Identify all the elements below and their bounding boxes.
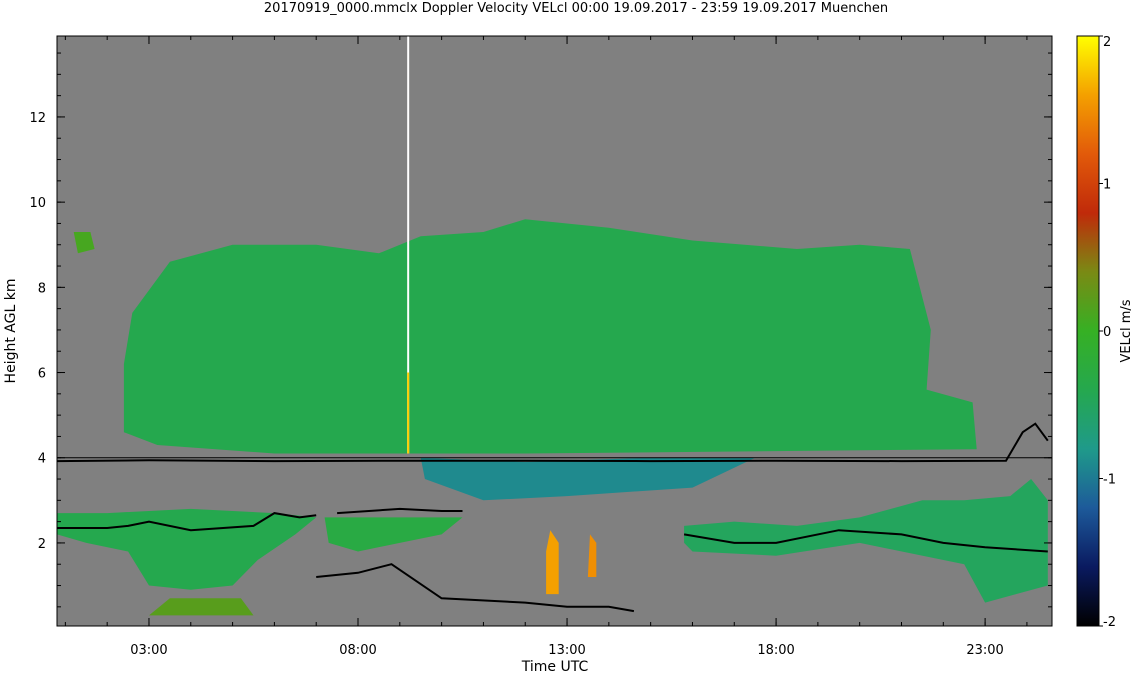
- x-tick-label: 23:00: [966, 643, 1003, 658]
- y-tick-label: 4: [38, 452, 46, 467]
- y-tick-label: 2: [38, 537, 46, 552]
- y-tick-label: 6: [38, 367, 46, 382]
- x-tick-label: 08:00: [339, 643, 376, 658]
- y-axis-label: Height AGL km: [3, 279, 19, 384]
- chart-title: 20170919_0000.mmclx Doppler Velocity VEL…: [264, 1, 888, 16]
- colorbar-tick-label: 0: [1103, 325, 1111, 340]
- colorbar-tick-label: -2: [1103, 615, 1116, 630]
- y-tick-label: 10: [29, 196, 46, 211]
- y-tick-label: 12: [29, 111, 46, 126]
- doppler-velocity-chart: 20170919_0000.mmclx Doppler Velocity VEL…: [0, 0, 1135, 678]
- x-tick-label: 13:00: [548, 643, 585, 658]
- colorbar-label: VELcl m/s: [1119, 299, 1134, 362]
- colorbar-ticks: 2 1 0 -1 -2: [1099, 35, 1116, 630]
- y-tick-label: 8: [38, 281, 46, 296]
- colorbar: 2 1 0 -1 -2 VELcl m/s: [1076, 35, 1134, 630]
- colorbar-tick-label: 1: [1103, 178, 1111, 193]
- colorbar-tick-label: -1: [1103, 473, 1116, 488]
- plot-area: [56, 35, 1053, 627]
- region-upper-cloud: [123, 219, 977, 454]
- x-tick-label: 18:00: [757, 643, 794, 658]
- chart-canvas: 20170919_0000.mmclx Doppler Velocity VEL…: [3, 1, 1134, 675]
- colorbar-tick-label: 2: [1103, 35, 1111, 50]
- x-axis-label: Time UTC: [521, 659, 589, 675]
- colorbar-gradient: [1076, 35, 1100, 627]
- x-tick-label: 03:00: [130, 643, 167, 658]
